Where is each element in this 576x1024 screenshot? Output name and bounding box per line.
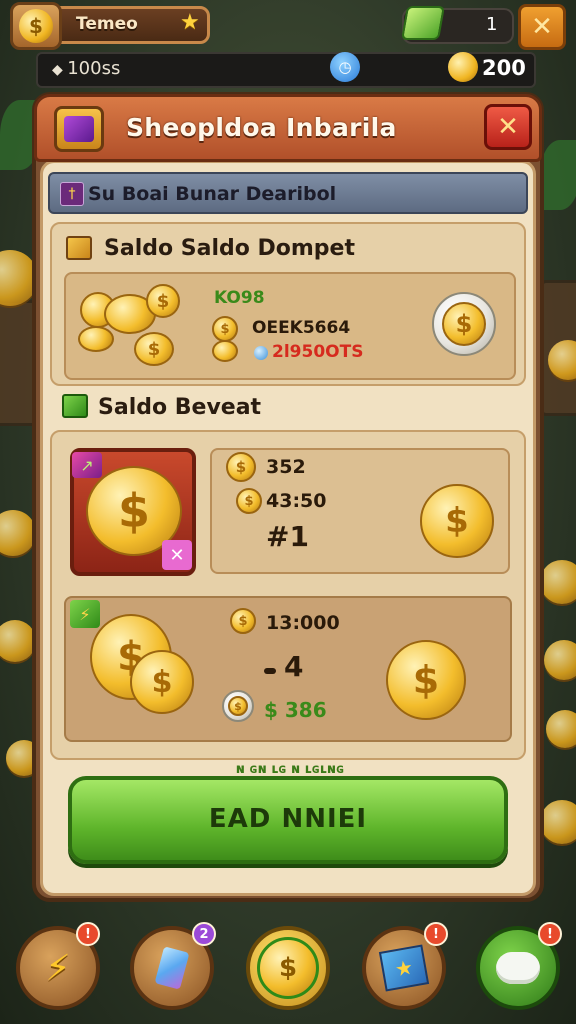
background-coin [0,510,36,556]
coin-icon: $ [226,452,256,482]
pencil-icon [66,236,92,260]
player-avatar[interactable]: $ [10,2,62,50]
coin-icon: $ [134,332,174,366]
crystal-icon [154,946,190,990]
coin-icon: $ [130,650,194,714]
info-icon: † [60,182,84,206]
remove-icon[interactable]: ✕ [162,540,192,570]
check-icon [62,394,88,418]
offer-2-price: $ 386 [264,698,327,722]
offer-1-price: #1 [266,520,309,553]
coin-stack-icon [78,326,114,352]
wallet-line-3: 2l950OTS [272,342,364,362]
background-coin [0,620,36,662]
bullet-icon [264,668,276,674]
subtitle-text: Su Boai Bunar Dearibol [88,183,337,205]
coin-icon: $ [236,488,262,514]
background-coin [540,800,576,844]
close-top-button[interactable]: ✕ [518,4,566,50]
star-map-icon: ★ [378,944,430,992]
silver-coin-icon: $ [222,690,254,722]
notification-badge: ! [424,922,448,946]
gold-coin-icon [448,52,478,82]
lightning-icon: ⚡ [70,600,100,628]
background-coin [546,710,576,748]
dollar-coin-icon: $ [19,9,53,43]
coin-icon: $ [230,608,256,634]
background-leaf [540,140,576,210]
notification-badge: ! [76,922,100,946]
wallet-line-1: KO98 [214,288,265,308]
tag-icon: ↗ [72,452,102,478]
coin-icon: $ [420,484,494,558]
cloud-icon [496,952,540,984]
shop-title: Sheopldoa Inbarila [126,113,397,142]
star-icon: ★ [180,10,200,35]
wallet-title: Saldo Saldo Dompet [104,236,355,261]
balance-label: Saldo Beveat [98,395,262,420]
shop-chest-icon [54,106,104,152]
offer-2-line-2: 4 [284,650,304,683]
notification-badge: 2 [192,922,216,946]
coin-icon [212,340,238,362]
resource-left-value: 100ss [67,58,121,79]
purchase-button-label: EAD NNIEI [208,804,368,834]
coin-icon: $ [386,640,466,720]
coin-icon: $ [212,316,238,342]
offer-1-line-1: 352 [266,456,306,478]
fine-print: ɴ ɢɴ ʟɢ ɴ ʟɢʟɴɢ [235,762,345,777]
wallet-line-2: OEEK5664 [252,318,351,338]
resource-left: ◆ 100ss [52,58,120,79]
offer-2-line-1: 13:000 [266,612,340,634]
gold-count: 200 [482,56,526,80]
nav-button-gold[interactable]: $ [246,926,330,1010]
notification-badge: ! [538,922,562,946]
silver-coin-icon: $ [432,292,496,356]
cash-gem-icon [401,6,445,40]
gem-count: 1 [486,14,498,35]
background-coin [544,640,576,680]
lightning-icon: ⚡ [45,947,71,989]
gem-icon [254,346,268,360]
coin-icon: $ [146,284,180,318]
close-panel-button[interactable]: ✕ [484,104,532,150]
clock-icon: ◷ [330,52,360,82]
shield-icon: ◆ [52,62,68,78]
gold-medal-icon: $ [257,937,319,999]
player-name: Temeo [76,14,138,34]
background-coin [540,560,576,604]
offer-1-line-2: 43:50 [266,490,327,512]
